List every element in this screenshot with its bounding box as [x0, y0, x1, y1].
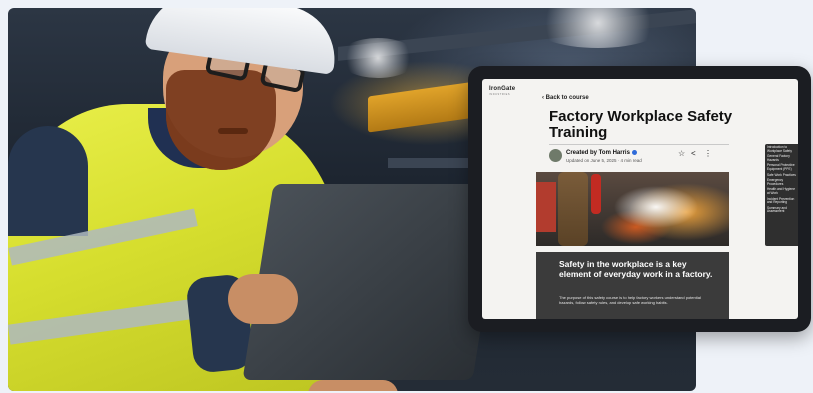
toc-item[interactable]: Introduction to Workplace Safety	[767, 145, 798, 153]
toc-item[interactable]: Personal Protective Equipment (PPE)	[767, 164, 798, 171]
title-divider	[549, 144, 729, 145]
more-options-icon[interactable]: ⋮	[704, 150, 712, 158]
toc-item[interactable]: Incident Prevention and Reporting	[767, 197, 798, 205]
callout-heading: Safety in the workplace is a key element…	[559, 259, 713, 279]
callout-body: The purpose of this safety course is to …	[559, 295, 701, 305]
author-line: Created by Tom Harris	[566, 150, 637, 156]
toc-item[interactable]: Safe Work Practices	[767, 173, 798, 178]
updated-date: Updated on June 5, 2025 · 4 min read	[566, 158, 642, 163]
verified-badge-icon	[631, 150, 637, 155]
course-page-screen: IronGate INDUSTRIES ‹ Back to course Fac…	[482, 79, 798, 319]
author-avatar	[549, 149, 562, 162]
table-of-contents: Introduction to Workplace Safety General…	[765, 144, 798, 246]
bookmark-icon[interactable]: ☆	[678, 150, 685, 158]
share-icon[interactable]: <	[691, 150, 696, 158]
toc-item[interactable]: Emergency Procedures	[767, 178, 798, 186]
toc-item[interactable]: General Factory Hazards	[767, 154, 798, 162]
course-hero-image-fire-extinguisher	[536, 172, 729, 246]
brand-logo[interactable]: IronGate	[489, 86, 515, 92]
back-to-course-link[interactable]: ‹ Back to course	[542, 95, 589, 101]
tablet-device: IronGate INDUSTRIES ‹ Back to course Fac…	[468, 66, 811, 332]
brand-tagline: INDUSTRIES	[489, 93, 511, 96]
page-title: Factory Workplace Safety Training	[549, 108, 733, 141]
author-name: Created by Tom Harris	[566, 150, 630, 157]
toc-item[interactable]: Summary and Assessment	[767, 206, 798, 214]
toc-item[interactable]: Health and Hygiene at Work	[767, 187, 798, 195]
